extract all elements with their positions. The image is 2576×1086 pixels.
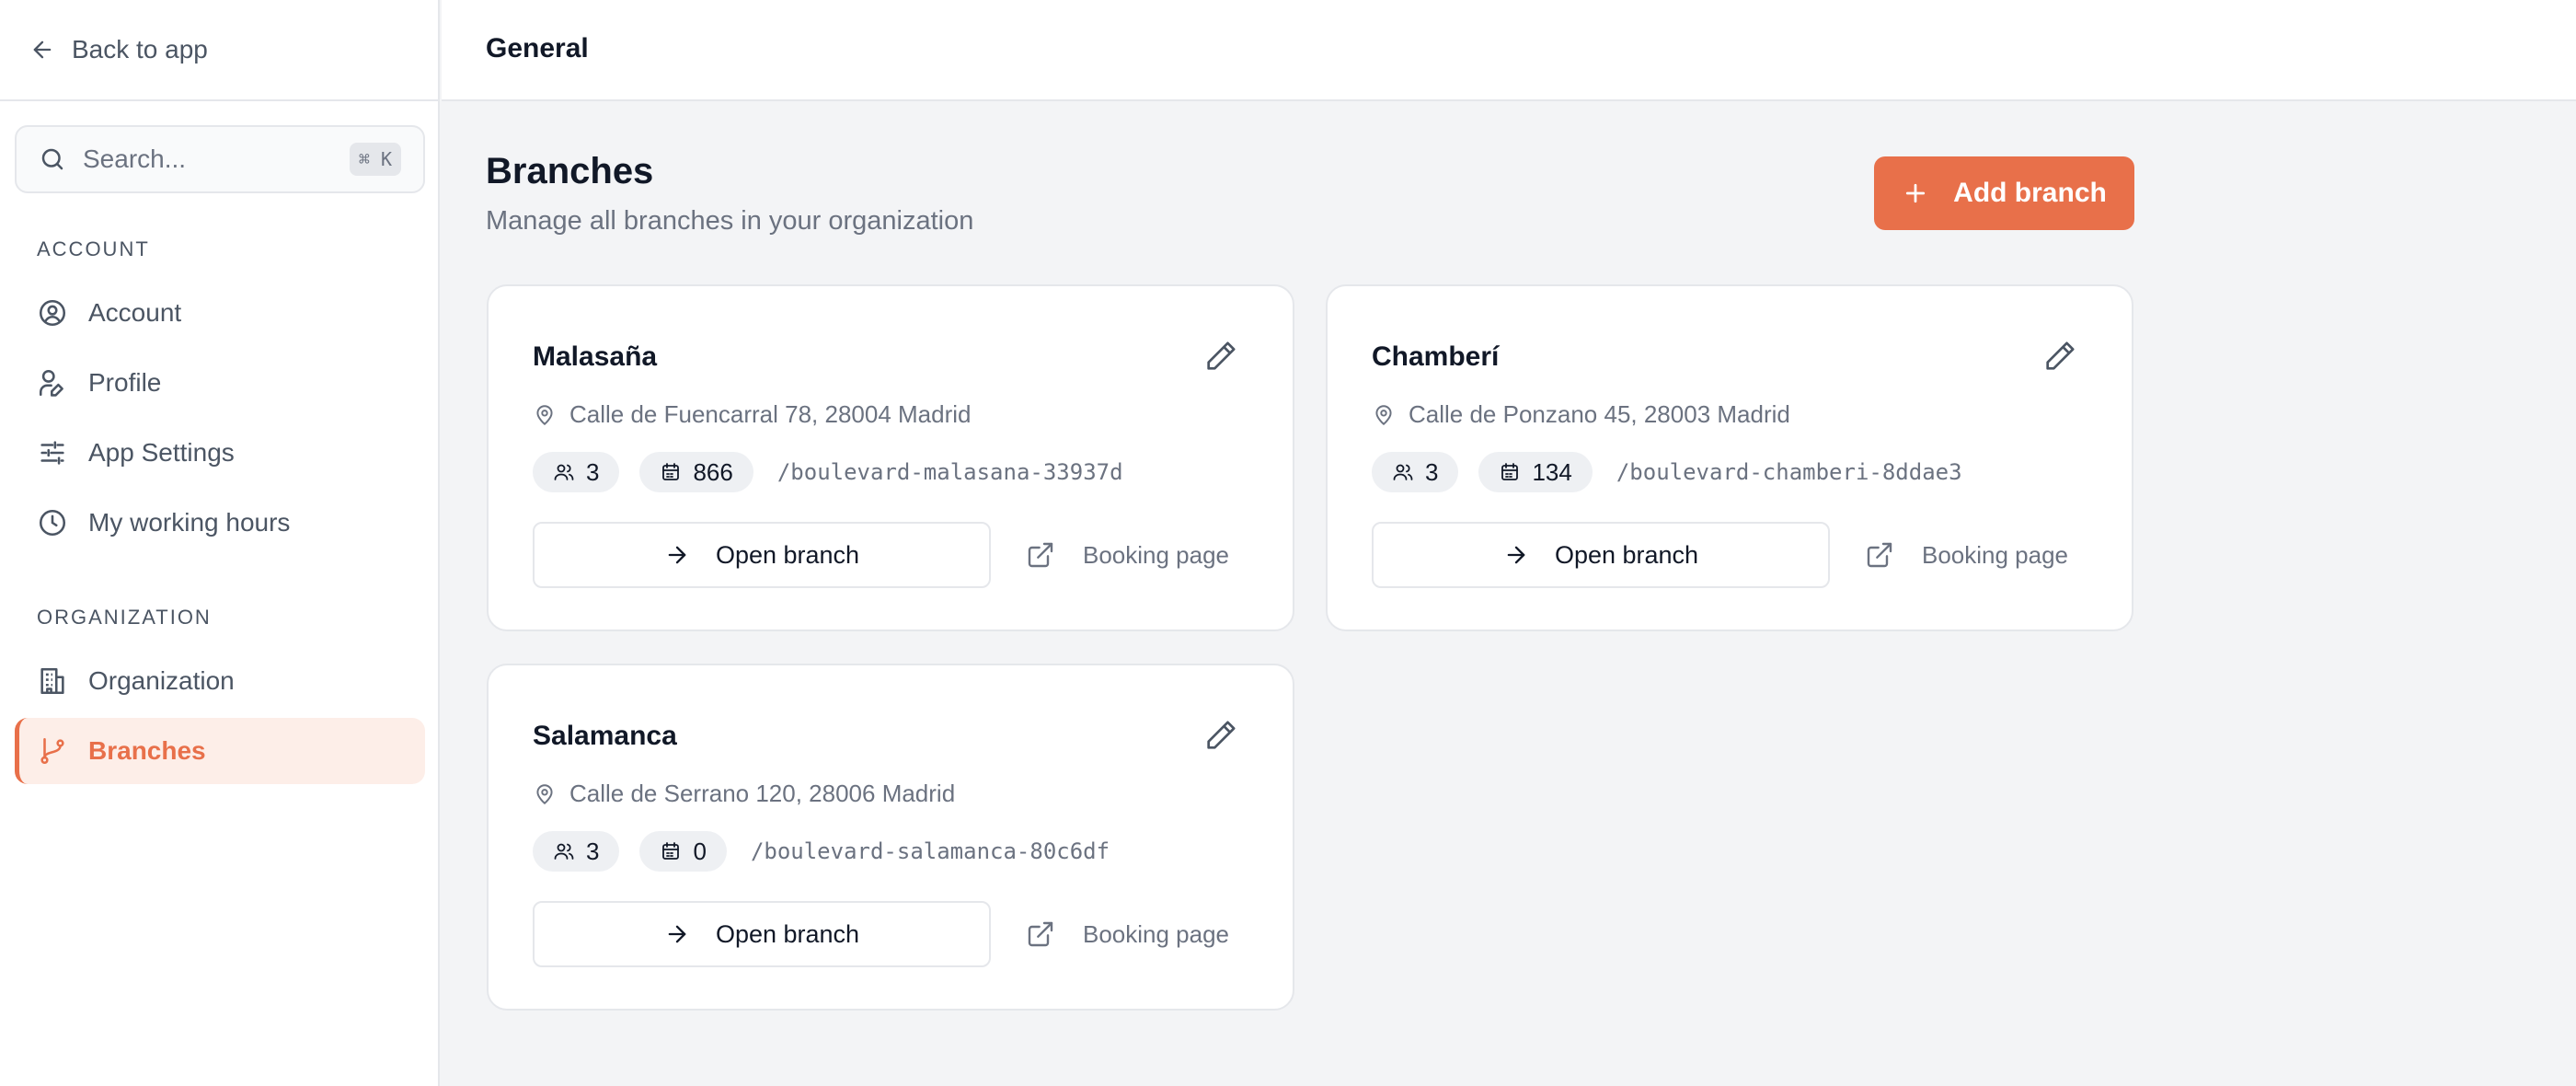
- search-icon: [41, 148, 63, 170]
- user-edit-icon: [37, 367, 68, 399]
- search-placeholder: Search...: [83, 144, 187, 173]
- page-title: Branches: [486, 151, 654, 191]
- users-icon: [554, 843, 574, 860]
- user-circle-icon: [37, 297, 68, 329]
- calendar-icon: [662, 842, 680, 860]
- add-branch-label: Add branch: [1953, 178, 2107, 208]
- branch-address: Calle de Ponzano 45, 28003 Madrid: [1372, 400, 1790, 429]
- sidebar-item-account[interactable]: Account: [15, 280, 425, 346]
- search-shortcut-badge: ⌘ K: [349, 143, 401, 176]
- sidebar: Back to app Search... ⌘ K ACCOUNT Accoun…: [0, 0, 440, 1086]
- sidebar-item-label: Organization: [88, 666, 235, 695]
- booking-page-label: Booking page: [1083, 540, 1230, 569]
- branch-name: Malasaña: [533, 341, 658, 372]
- booking-page-link[interactable]: Booking page: [1865, 522, 2068, 588]
- open-branch-label: Open branch: [715, 919, 860, 948]
- booking-page-link[interactable]: Booking page: [1026, 522, 1229, 588]
- arrow-right-icon: [1507, 546, 1525, 564]
- branch-slug: /boulevard-salamanca-80c6df: [750, 838, 1110, 864]
- branch-slug: /boulevard-chamberi-8ddae3: [1616, 459, 1962, 485]
- users-icon: [554, 464, 574, 480]
- bookings-count: 134: [1532, 457, 1572, 486]
- branch-card-chamberi: Chamberí Calle de Ponzano 45, 28003 Madr…: [1326, 284, 2133, 631]
- sidebar-item-app-settings[interactable]: App Settings: [15, 420, 425, 486]
- plus-icon: [1906, 183, 1926, 203]
- open-branch-button[interactable]: Open branch: [533, 522, 991, 588]
- map-pin-icon: [536, 783, 553, 804]
- sidebar-item-organization[interactable]: Organization: [15, 648, 425, 714]
- branch-address-text: Calle de Serrano 120, 28006 Madrid: [569, 780, 956, 807]
- branch-meta: 3 0 /boulevard-salamanca-80c6df: [533, 831, 1110, 872]
- users-icon: [1393, 464, 1413, 480]
- external-link-icon: [1867, 542, 1892, 568]
- pencil-icon: [2046, 341, 2075, 370]
- search-input[interactable]: Search... ⌘ K: [15, 125, 425, 193]
- open-branch-label: Open branch: [715, 540, 860, 569]
- pencil-icon: [1207, 721, 1236, 749]
- sidebar-divider: [0, 99, 440, 101]
- booking-page-label: Booking page: [1083, 919, 1230, 948]
- sidebar-item-working-hours[interactable]: My working hours: [15, 490, 425, 556]
- branch-meta: 3 134 /boulevard-chamberi-8ddae3: [1372, 452, 1962, 492]
- map-pin-icon: [536, 404, 553, 425]
- bookings-count: 0: [693, 837, 707, 865]
- external-link-icon: [1028, 542, 1053, 568]
- branch-slug: /boulevard-malasana-33937d: [776, 459, 1123, 485]
- branch-card-malasana: Malasaña Calle de Fuencarral 78, 28004 M…: [487, 284, 1294, 631]
- edit-branch-button[interactable]: [1202, 338, 1239, 375]
- sidebar-item-label: App Settings: [88, 438, 235, 467]
- arrow-right-icon: [668, 925, 686, 943]
- git-branch-icon: [37, 735, 68, 767]
- edit-branch-button[interactable]: [1202, 717, 1239, 754]
- members-count: 3: [586, 457, 600, 486]
- top-bar: General: [442, 0, 2576, 101]
- booking-page-label: Booking page: [1922, 540, 2069, 569]
- account-section-label: ACCOUNT: [37, 237, 150, 260]
- branch-card-salamanca: Salamanca Calle de Serrano 120, 28006 Ma…: [487, 664, 1294, 1011]
- open-branch-button[interactable]: Open branch: [1372, 522, 1830, 588]
- branch-address: Calle de Fuencarral 78, 28004 Madrid: [533, 400, 971, 429]
- calendar-icon: [1501, 463, 1519, 480]
- map-pin-icon: [1375, 404, 1392, 425]
- branch-name: Chamberí: [1372, 341, 1500, 372]
- bookings-count: 866: [693, 457, 733, 486]
- organization-section-label: ORGANIZATION: [37, 606, 212, 629]
- branch-address: Calle de Serrano 120, 28006 Madrid: [533, 780, 955, 808]
- sidebar-item-label: Profile: [88, 368, 162, 397]
- branch-name: Salamanca: [533, 721, 677, 751]
- sidebar-item-label: Account: [88, 298, 182, 327]
- sidebar-item-profile[interactable]: Profile: [15, 350, 425, 416]
- members-count-badge: 3: [1372, 452, 1459, 492]
- back-to-app-label: Back to app: [72, 35, 208, 64]
- sidebar-item-branches[interactable]: Branches: [15, 718, 425, 784]
- page-subtitle: Manage all branches in your organization: [486, 206, 974, 236]
- back-to-app-link[interactable]: Back to app: [29, 29, 208, 70]
- bookings-count-badge: 866: [639, 452, 753, 492]
- external-link-icon: [1028, 921, 1053, 947]
- building-icon: [37, 665, 68, 697]
- sidebar-item-label: Branches: [88, 736, 206, 765]
- branch-meta: 3 866 /boulevard-malasana-33937d: [533, 452, 1123, 492]
- members-count: 3: [1425, 457, 1439, 486]
- arrow-right-icon: [668, 546, 686, 564]
- open-branch-label: Open branch: [1554, 540, 1699, 569]
- branch-address-text: Calle de Ponzano 45, 28003 Madrid: [1409, 400, 1790, 428]
- branch-address-text: Calle de Fuencarral 78, 28004 Madrid: [569, 400, 972, 428]
- calendar-icon: [662, 463, 680, 480]
- arrow-left-icon: [33, 40, 52, 59]
- pencil-icon: [1207, 341, 1236, 370]
- members-count-badge: 3: [533, 831, 620, 872]
- members-count-badge: 3: [533, 452, 620, 492]
- sidebar-item-label: My working hours: [88, 508, 291, 537]
- header-title: General: [486, 33, 589, 64]
- booking-page-link[interactable]: Booking page: [1026, 901, 1229, 967]
- open-branch-button[interactable]: Open branch: [533, 901, 991, 967]
- clock-icon: [37, 507, 68, 538]
- bookings-count-badge: 134: [1478, 452, 1593, 492]
- add-branch-button[interactable]: Add branch: [1874, 156, 2134, 230]
- bookings-count-badge: 0: [639, 831, 727, 872]
- members-count: 3: [586, 837, 600, 865]
- edit-branch-button[interactable]: [2041, 338, 2078, 375]
- sliders-icon: [37, 437, 68, 468]
